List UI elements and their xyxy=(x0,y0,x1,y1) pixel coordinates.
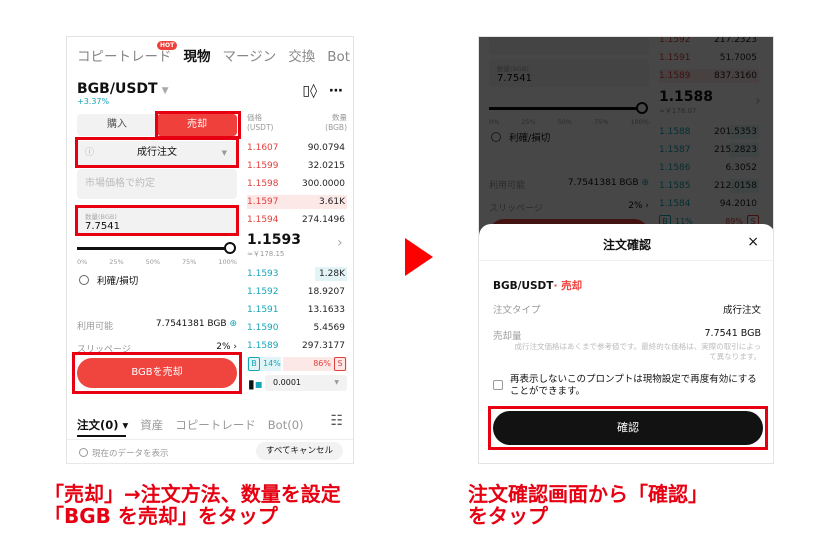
dont-show-checkbox[interactable]: 再表示しないこのプロンプトは現物設定で再度有効にすることができます。 xyxy=(493,374,761,398)
active-tab-underline xyxy=(77,435,126,437)
tab-swap[interactable]: 交換 xyxy=(288,49,315,65)
slider-handle[interactable] xyxy=(224,242,236,254)
pair-name: BGB/USDT xyxy=(493,280,554,292)
highlight-order-type xyxy=(75,137,239,168)
sell-amount-value: 7.7541 BGB xyxy=(704,328,762,339)
tick: 100% xyxy=(218,258,237,266)
tab-copy-trade-orders[interactable]: コピートレード xyxy=(175,418,256,432)
more-icon[interactable]: ⋯ xyxy=(329,83,343,99)
tab-margin[interactable]: マージン xyxy=(223,49,277,65)
order-type-row: 注文タイプ 成行注文 xyxy=(493,302,761,316)
arrow-right-icon xyxy=(405,238,433,276)
price-header: 価格 (USDT) xyxy=(247,113,274,132)
radio-icon xyxy=(79,275,89,285)
caret-down-icon: ▼ xyxy=(334,379,339,386)
chevron-right-icon[interactable]: › xyxy=(337,235,343,251)
highlight-sell xyxy=(155,111,241,139)
candlestick-icon[interactable]: ▯◊ xyxy=(302,83,317,99)
ask-row[interactable]: 1.1598 300.0000 xyxy=(247,175,347,193)
ask-row[interactable]: 1.1599 32.0215 xyxy=(247,157,347,175)
show-current-label: 現在のデータを表示 xyxy=(92,449,169,459)
sell-ratio-badge: S xyxy=(334,357,346,371)
side-label: · 売却 xyxy=(553,280,583,292)
available-label: 利用可能 xyxy=(77,322,114,332)
qty-header: 数量 (BGB) xyxy=(325,113,347,132)
header-icons: ▯◊ ⋯ xyxy=(302,83,343,99)
last-price: 1.1593 xyxy=(247,232,302,248)
add-icon[interactable]: ⊕ xyxy=(229,319,237,329)
bid-row[interactable]: 1.1590 5.4569 xyxy=(247,319,347,337)
tick: 50% xyxy=(145,258,161,266)
available-value: 7.7541381 BGB xyxy=(155,319,227,329)
tpsl-checkbox[interactable]: 利確/損切 xyxy=(79,273,138,287)
buy-ratio: 14% xyxy=(263,359,281,368)
bid-row[interactable]: 1.1589 297.3177 xyxy=(247,337,347,355)
dialog-pair: BGB/USDT· 売却 xyxy=(493,278,582,293)
highlight-quantity xyxy=(75,205,239,236)
ask-row[interactable]: 1.1597 3.61K xyxy=(247,193,347,211)
bottom-tabs: 注文(0) ▾ 資産 コピートレード Bot(0) xyxy=(77,417,316,433)
caption-right-line1: 注文確認画面から「確認」 xyxy=(468,482,708,506)
order-confirm-screen: 数量(BGB) 7.7541 0% 25% 50% 75% 100% 利確/損切… xyxy=(478,36,774,464)
order-type-label: 注文タイプ xyxy=(493,305,541,316)
order-confirm-dialog: 注文確認 × BGB/USDT· 売却 注文タイプ 成行注文 売却量 7.754… xyxy=(479,224,773,463)
tick: 25% xyxy=(109,258,124,266)
price-input: 市場価格で約定 xyxy=(77,169,237,199)
slippage-value: 2% xyxy=(216,342,231,352)
sell-ratio: 86% xyxy=(313,359,331,368)
tab-spot[interactable]: 現物 xyxy=(184,49,211,65)
cancel-all-button[interactable]: すべてキャンセル xyxy=(255,442,343,460)
close-icon[interactable]: × xyxy=(747,234,759,250)
sell-amount-label: 売却量 xyxy=(493,331,522,342)
tab-copy-trade[interactable]: コピートレード xyxy=(77,49,172,65)
order-history-icon[interactable]: ☷ xyxy=(330,413,343,429)
depth-layout-icon[interactable]: ▮▪ xyxy=(248,377,263,391)
bid-row[interactable]: 1.1592 18.9207 xyxy=(247,283,347,301)
slider-ticks: 0% 25% 50% 75% 100% xyxy=(77,258,237,266)
top-tabs: コピートレード 現物 マージン 交換 Bot xyxy=(77,45,353,65)
caption-left-line1: 「売却」→注文方法、数量を設定 xyxy=(44,482,341,506)
precision-value: 0.0001 xyxy=(273,378,301,387)
sell-amount-row: 売却量 7.7541 BGB xyxy=(493,328,761,342)
highlight-sell-button xyxy=(72,352,242,394)
divider xyxy=(67,439,353,440)
percent-slider[interactable] xyxy=(77,247,235,250)
pair-name: BGB/USDT xyxy=(77,81,158,97)
hot-badge: HOT xyxy=(157,41,178,50)
caption-left-line2: 「BGB を売却」をタップ xyxy=(44,504,278,528)
highlight-confirm xyxy=(488,406,768,450)
tick: 0% xyxy=(77,258,88,266)
bid-row[interactable]: 1.1593 1.28K xyxy=(247,265,347,283)
ask-row[interactable]: 1.1607 90.0794 xyxy=(247,139,347,157)
available-row: 利用可能 7.7541381 BGB ⊕ xyxy=(77,319,237,332)
divider xyxy=(479,260,773,261)
buy-tab[interactable]: 購入 xyxy=(77,114,157,136)
ask-row[interactable]: 1.1594 274.1496 xyxy=(247,211,347,229)
chevron-right-icon: › xyxy=(233,342,237,352)
checkbox-icon[interactable] xyxy=(493,380,503,390)
show-current-toggle[interactable]: 現在のデータを表示 xyxy=(79,447,169,459)
tab-orders[interactable]: 注文(0) ▾ xyxy=(77,418,128,432)
caret-down-icon: ▼ xyxy=(161,86,169,96)
price-change: +3.37% xyxy=(77,97,110,106)
tab-assets[interactable]: 資産 xyxy=(140,418,163,432)
tick: 75% xyxy=(181,258,197,266)
pair-selector[interactable]: BGB/USDT ▼ xyxy=(77,81,169,97)
tab-bot-orders[interactable]: Bot(0) xyxy=(268,418,304,432)
last-price-jpy: ≈￥178.15 xyxy=(247,250,285,258)
order-type-value: 成行注文 xyxy=(722,305,761,316)
tpsl-label: 利確/損切 xyxy=(97,276,139,287)
precision-select[interactable]: 0.0001 ▼ xyxy=(265,375,347,391)
price-note: 成行注文価格はあくまで参考値です。最終的な価格は、実際の取引によって異なります。 xyxy=(514,342,761,361)
caption-right-line2: をタップ xyxy=(468,504,548,528)
dialog-title: 注文確認 xyxy=(602,238,651,252)
buy-ratio-badge: B xyxy=(248,357,260,371)
tab-bot[interactable]: Bot xyxy=(327,49,350,65)
buy-sell-ratio: B 14% 86% S xyxy=(247,357,347,371)
spot-trade-screen: コピートレード 現物 マージン 交換 Bot HOT BGB/USDT ▼ +3.37% … xyxy=(66,36,354,464)
radio-icon xyxy=(79,448,88,457)
checkbox-label: 再表示しないこのプロンプトは現物設定で再度有効にすることができます。 xyxy=(510,374,757,397)
bid-row[interactable]: 1.1591 13.1633 xyxy=(247,301,347,319)
